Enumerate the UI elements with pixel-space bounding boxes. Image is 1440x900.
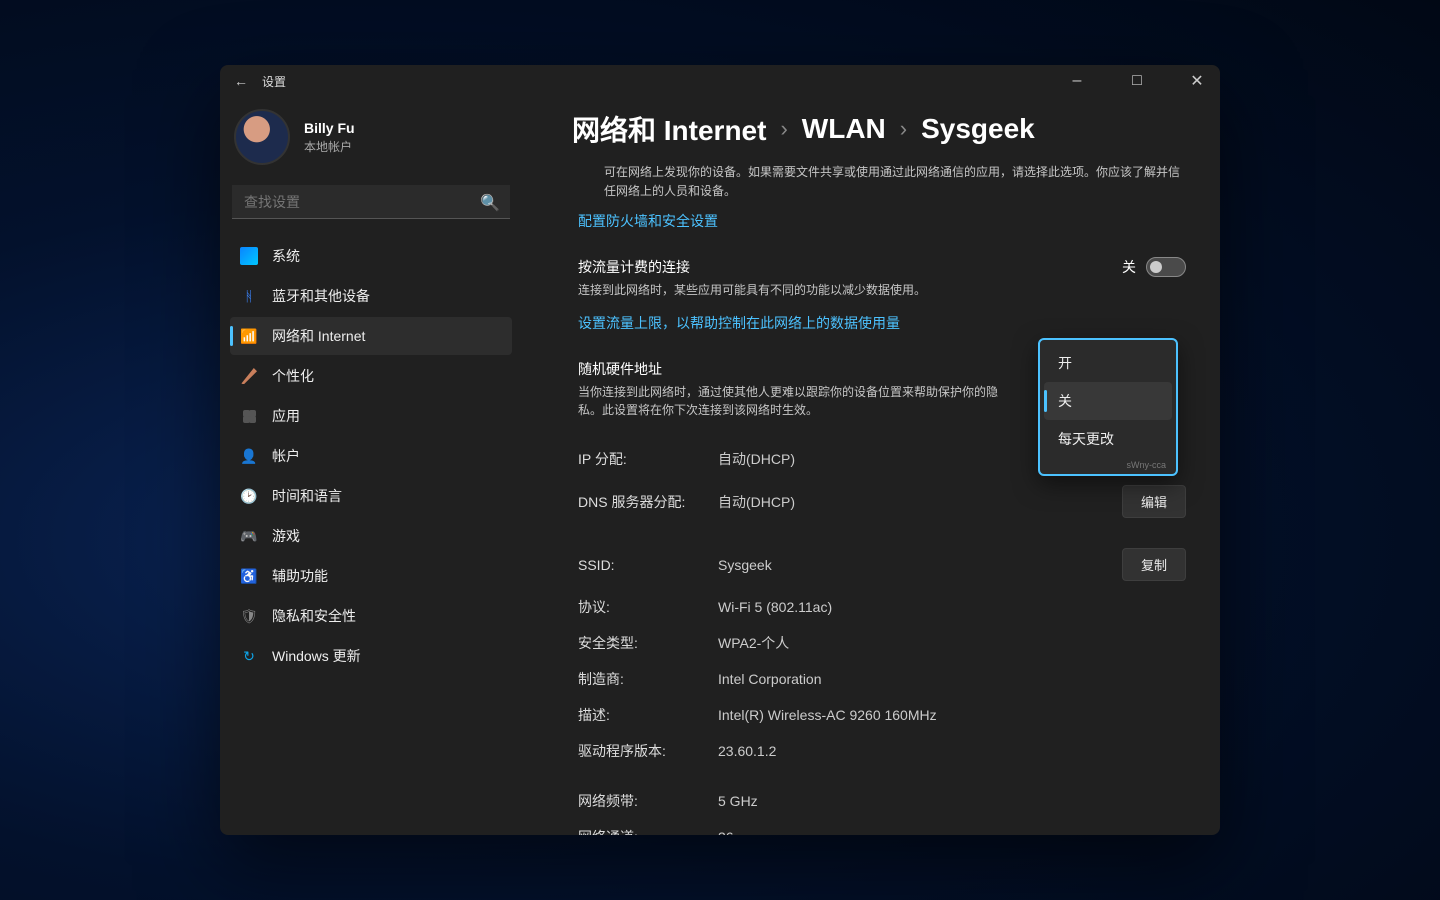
shield-icon: 🛡 <box>240 607 258 625</box>
search-icon: 🔍 <box>480 193 500 213</box>
dns-row: DNS 服务器分配: 自动(DHCP) 编辑 <box>578 477 1186 526</box>
dns-edit-button[interactable]: 编辑 <box>1122 485 1186 518</box>
settings-window: ← 设置 – □ ✕ Billy Fu 本地帐户 🔍 系统 ᚻ蓝牙和其他设备 📶… <box>220 65 1220 835</box>
avatar <box>234 109 290 165</box>
sidebar-item-accounts[interactable]: 👤帐户 <box>230 437 512 475</box>
maximize-button[interactable]: □ <box>1114 65 1160 97</box>
dropdown-opt-daily[interactable]: 每天更改 <box>1044 420 1172 458</box>
ssid-row: SSID: Sysgeek 复制 <box>578 540 1186 589</box>
sidebar-item-network[interactable]: 📶网络和 Internet <box>230 317 512 355</box>
data-limit-link[interactable]: 设置流量上限，以帮助控制在此网络上的数据使用量 <box>578 313 900 333</box>
user-block[interactable]: Billy Fu 本地帐户 <box>228 103 514 185</box>
detail-row: 描述:Intel(R) Wireless-AC 9260 160MHz <box>578 697 1186 733</box>
main: 网络和 Internet › WLAN › Sysgeek 可在网络上发现你的设… <box>520 97 1220 835</box>
sidebar-item-time[interactable]: 🕑时间和语言 <box>230 477 512 515</box>
close-button[interactable]: ✕ <box>1174 65 1220 97</box>
breadcrumb-wlan[interactable]: WLAN <box>802 113 886 145</box>
titlebar: ← 设置 – □ ✕ <box>220 65 1220 97</box>
metered-toggle-group: 关 <box>1122 257 1186 277</box>
random-mac-dropdown[interactable]: 开 关 每天更改 sWny-cca <box>1038 338 1178 476</box>
window-title: 设置 <box>262 73 286 90</box>
sidebar-item-system[interactable]: 系统 <box>230 237 512 275</box>
chevron-right-icon: › <box>900 116 907 142</box>
dropdown-brand: sWny-cca <box>1044 458 1172 470</box>
content: 可在网络上发现你的设备。如果需要文件共享或使用通过此网络通信的应用，请选择此选项… <box>526 163 1220 835</box>
sidebar-item-update[interactable]: ↻Windows 更新 <box>230 637 512 675</box>
sidebar-item-apps[interactable]: 应用 <box>230 397 512 435</box>
system-icon <box>240 247 258 265</box>
user-sub: 本地帐户 <box>304 138 355 155</box>
breadcrumb-network[interactable]: 网络和 Internet <box>572 109 766 149</box>
random-mac-desc: 当你连接到此网络时，通过使其他人更难以跟踪你的设备位置来帮助保护你的隐私。此设置… <box>578 383 998 419</box>
net-detail-row: 网络通道:36 <box>578 819 1186 835</box>
net-detail-row: 网络频带:5 GHz <box>578 783 1186 819</box>
update-icon: ↻ <box>240 647 258 665</box>
wifi-icon: 📶 <box>240 327 258 345</box>
minimize-button[interactable]: – <box>1054 65 1100 97</box>
accessibility-icon: ♿ <box>240 567 258 585</box>
search-box[interactable]: 🔍 <box>232 185 510 219</box>
breadcrumb-current: Sysgeek <box>921 113 1035 145</box>
detail-row: 协议:Wi-Fi 5 (802.11ac) <box>578 589 1186 625</box>
metered-toggle[interactable] <box>1146 257 1186 277</box>
nav: 系统 ᚻ蓝牙和其他设备 📶网络和 Internet 个性化 应用 👤帐户 🕑时间… <box>228 237 514 675</box>
detail-row: 驱动程序版本:23.60.1.2 <box>578 733 1186 769</box>
sidebar-item-personalization[interactable]: 个性化 <box>230 357 512 395</box>
dropdown-opt-on[interactable]: 开 <box>1044 344 1172 382</box>
sidebar-item-privacy[interactable]: 🛡隐私和安全性 <box>230 597 512 635</box>
sidebar: Billy Fu 本地帐户 🔍 系统 ᚻ蓝牙和其他设备 📶网络和 Interne… <box>220 97 520 835</box>
ssid-copy-button[interactable]: 复制 <box>1122 548 1186 581</box>
brush-icon <box>240 367 258 385</box>
bluetooth-icon: ᚻ <box>240 287 258 305</box>
chevron-right-icon: › <box>780 116 787 142</box>
sidebar-item-gaming[interactable]: 🎮游戏 <box>230 517 512 555</box>
back-button[interactable]: ← <box>234 73 248 89</box>
search-input[interactable] <box>232 185 510 219</box>
sidebar-item-accessibility[interactable]: ♿辅助功能 <box>230 557 512 595</box>
person-icon: 👤 <box>240 447 258 465</box>
metered-desc: 连接到此网络时，某些应用可能具有不同的功能以减少数据使用。 <box>578 281 998 299</box>
apps-icon <box>240 407 258 425</box>
metered-section: 按流量计费的连接 连接到此网络时，某些应用可能具有不同的功能以减少数据使用。 设… <box>578 257 1186 333</box>
clock-icon: 🕑 <box>240 487 258 505</box>
firewall-link[interactable]: 配置防火墙和安全设置 <box>578 211 718 231</box>
metered-title: 按流量计费的连接 <box>578 257 1102 277</box>
breadcrumb: 网络和 Internet › WLAN › Sysgeek <box>526 103 1220 163</box>
user-name: Billy Fu <box>304 120 355 136</box>
dropdown-opt-off[interactable]: 关 <box>1044 382 1172 420</box>
discovery-desc: 可在网络上发现你的设备。如果需要文件共享或使用通过此网络通信的应用，请选择此选项… <box>578 163 1186 201</box>
gamepad-icon: 🎮 <box>240 527 258 545</box>
sidebar-item-bluetooth[interactable]: ᚻ蓝牙和其他设备 <box>230 277 512 315</box>
metered-state-label: 关 <box>1122 257 1136 277</box>
detail-row: 制造商:Intel Corporation <box>578 661 1186 697</box>
detail-row: 安全类型:WPA2-个人 <box>578 625 1186 661</box>
